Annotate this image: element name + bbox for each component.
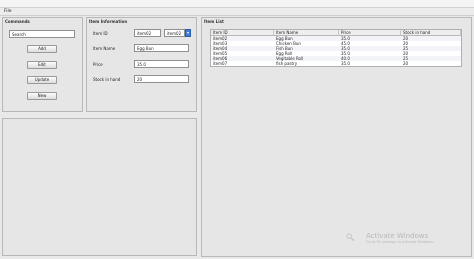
cell-item-id: item07 xyxy=(213,61,228,66)
menu-bar: File xyxy=(0,8,474,16)
watermark-subtitle: Go to PC settings to activate Windows. xyxy=(366,240,434,244)
watermark-title: Activate Windows xyxy=(366,232,429,240)
item-id-field[interactable] xyxy=(134,29,161,37)
column-header-item-name[interactable]: Item Name xyxy=(274,30,339,35)
activate-windows-watermark: Activate Windows Go to PC settings to ac… xyxy=(366,232,434,244)
edit-button[interactable]: Edit xyxy=(27,61,57,69)
item-id-combo[interactable] xyxy=(164,29,185,37)
cell-price: 35.0 xyxy=(341,61,350,66)
chevron-down-icon[interactable]: ▾ xyxy=(185,29,191,37)
update-button[interactable]: Update xyxy=(27,76,57,84)
empty-panel xyxy=(2,118,197,256)
price-field[interactable] xyxy=(134,60,189,68)
new-button[interactable]: New xyxy=(27,92,57,100)
cell-item-name: fish pastry xyxy=(276,61,298,66)
key-icon xyxy=(346,233,355,242)
menu-file[interactable]: File xyxy=(4,9,12,14)
item-id-label: Item ID xyxy=(93,31,108,36)
table-row[interactable]: item07 fish pastry 35.0 20 xyxy=(211,61,461,66)
item-name-label: Item Name xyxy=(93,46,116,51)
column-header-stock[interactable]: Stock in hand xyxy=(401,30,461,35)
price-label: Price xyxy=(93,62,103,67)
stock-field[interactable] xyxy=(134,75,189,83)
column-header-price[interactable]: Price xyxy=(339,30,401,35)
stock-label: Stock in hand xyxy=(93,77,121,82)
add-button[interactable]: Add xyxy=(27,45,57,53)
item-table: Item ID Item Name Price Stock in hand it… xyxy=(210,29,462,67)
search-input[interactable] xyxy=(9,30,75,38)
window-title-strip xyxy=(0,0,474,8)
column-header-item-id[interactable]: Item ID xyxy=(211,30,274,35)
item-information-title: Item Information xyxy=(89,19,128,24)
commands-panel-title: Commands xyxy=(5,19,30,24)
item-list-title: Item List xyxy=(204,19,224,24)
item-name-field[interactable] xyxy=(134,44,189,52)
cell-stock: 20 xyxy=(403,61,409,66)
